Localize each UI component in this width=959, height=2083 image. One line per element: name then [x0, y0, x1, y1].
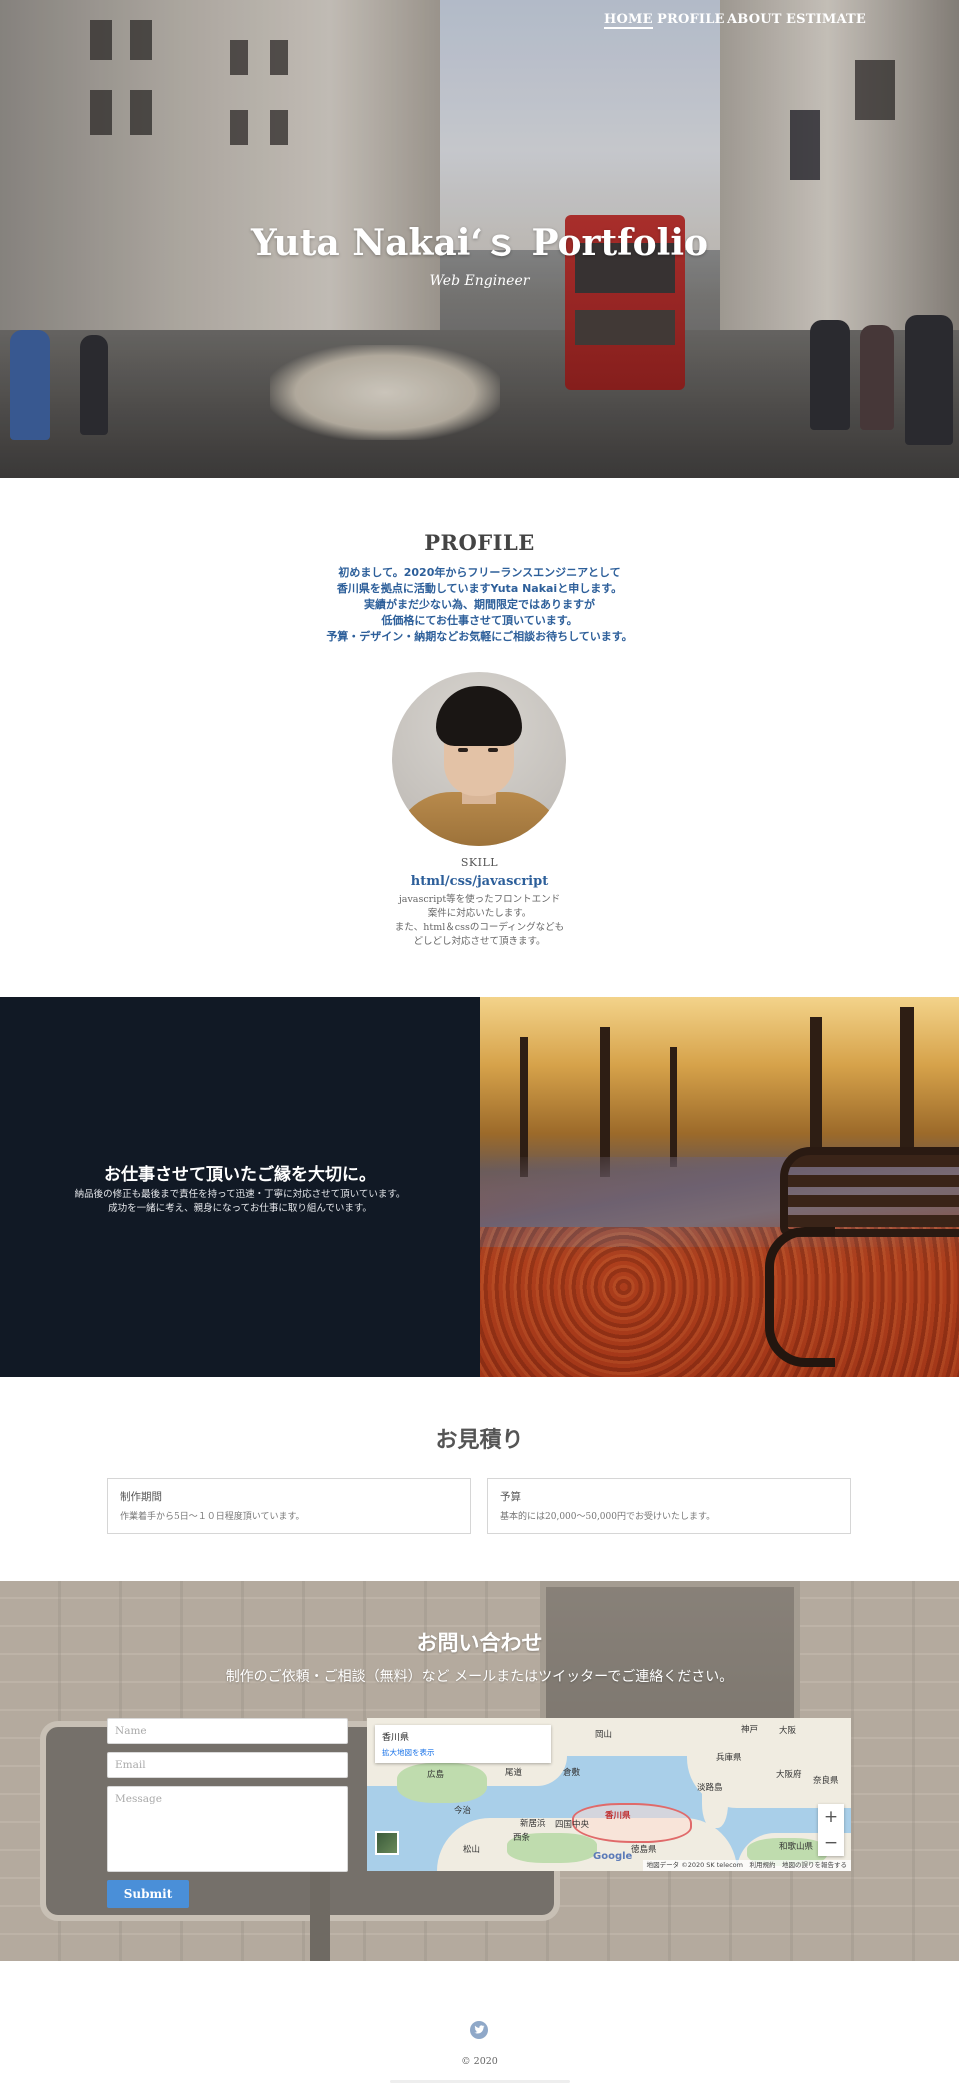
hero-subtitle: Web Engineer	[429, 273, 530, 289]
estimate-card-period: 制作期間 作業着手から5日～１０日程度頂いています。	[107, 1478, 471, 1534]
map-attribution[interactable]: 地図データ ©2020 SK telecom 利用規約 地図の誤りを報告する	[642, 1860, 851, 1871]
name-input[interactable]	[107, 1718, 348, 1744]
feature-title: お仕事させて頂いたご縁を大切に。	[104, 1165, 376, 1185]
map-label: 尾道	[505, 1768, 523, 1778]
map-kagawa-outline	[572, 1803, 692, 1843]
map-label: 新居浜	[520, 1819, 546, 1829]
main-nav: HOME PROFILE ABOUT ESTIMATE	[0, 12, 959, 32]
feature-desc-line: 納品後の修正も最後まで責任を持って迅速・丁寧に対応させて頂いています。	[74, 1189, 406, 1200]
message-textarea[interactable]	[107, 1786, 348, 1872]
autumn-park-image	[480, 997, 959, 1377]
map-label: 奈良県	[813, 1776, 839, 1786]
submit-button[interactable]: Submit	[107, 1880, 189, 1908]
skill-description: javascript等を使ったフロントエンド 案件に対応いたします。 また、ht…	[0, 893, 959, 949]
hero-title: Yuta Nakai‘ｓ Portfolio	[250, 222, 709, 264]
map-island	[702, 1768, 728, 1828]
estimate-card-heading: 制作期間	[120, 1491, 162, 1503]
estimate-card-budget: 予算 基本的には20,000～50,000円でお受けいたします。	[487, 1478, 851, 1534]
map-label: 今治	[454, 1806, 472, 1816]
fallen-leaves	[480, 1227, 959, 1377]
feature-description: 納品後の修正も最後まで責任を持って迅速・丁寧に対応させて頂いています。 成功を一…	[0, 1188, 480, 1216]
park-tree	[600, 1027, 610, 1177]
feature-desc-line: 成功を一緒に考え、親身になってお仕事に取り組んでいます。	[108, 1203, 372, 1214]
map-label-highlight: 香川県	[605, 1811, 631, 1821]
map-label: 西条	[513, 1833, 531, 1843]
park-tree	[520, 1037, 528, 1177]
nav-home[interactable]: HOME	[604, 12, 653, 29]
google-map[interactable]: 岡山 神戸 大阪 広島 尾道 倉敷 大阪府 奈良県 香川県 今治 西条 新居浜 …	[367, 1718, 851, 1871]
twitter-icon[interactable]	[470, 2021, 488, 2039]
nav-profile[interactable]: PROFILE	[657, 12, 725, 27]
map-zoom-in-button[interactable]: +	[818, 1804, 844, 1830]
map-label: 神戸	[741, 1725, 759, 1735]
map-label: 兵庫県	[716, 1753, 742, 1763]
profile-intro-line: 低価格にてお仕事させて頂いています。	[381, 614, 578, 627]
estimate-card-heading: 予算	[500, 1491, 521, 1503]
skill-name: html/css/javascript	[410, 874, 549, 889]
contact-subtitle: 制作のご依頼・ご相談（無料）など メールまたはツイッターでご連絡ください。	[225, 1669, 734, 1685]
skill-desc-line: 案件に対応いたします。	[427, 908, 532, 919]
skill-label: SKILL	[460, 856, 499, 869]
avatar-eye	[488, 748, 498, 752]
profile-intro-line: 予算・デザイン・納期などお気軽にご相談お待ちしています。	[326, 630, 633, 643]
map-label: 松山	[463, 1845, 481, 1855]
map-satellite-toggle[interactable]	[375, 1831, 399, 1855]
skill-desc-line: どしどし対応させて頂きます。	[413, 936, 546, 947]
map-label: 大阪府	[776, 1770, 802, 1780]
map-label: 大阪	[779, 1726, 797, 1736]
park-tree	[670, 1047, 677, 1167]
contact-title: お問い合わせ	[416, 1631, 543, 1655]
email-input[interactable]	[107, 1752, 348, 1778]
avatar-hair	[436, 686, 522, 746]
map-view-larger-link[interactable]: 拡大地図を表示	[382, 1747, 544, 1758]
profile-intro-line: 実績がまだ少ない為、期間限定ではありますが	[364, 598, 595, 611]
feature-panel	[0, 997, 480, 1377]
map-label: 四国中央	[555, 1820, 590, 1830]
map-zoom-control: + −	[818, 1804, 844, 1856]
twitter-bird-icon	[473, 2025, 485, 2034]
map-label: 岡山	[595, 1730, 613, 1740]
park-tree	[810, 1017, 822, 1167]
skill-desc-line: javascript等を使ったフロントエンド	[398, 894, 561, 905]
nav-estimate[interactable]: ESTIMATE	[786, 12, 866, 27]
profile-title: PROFILE	[424, 530, 535, 555]
park-bench	[780, 1147, 959, 1237]
map-zoom-out-button[interactable]: −	[818, 1830, 844, 1856]
map-label: 和歌山県	[779, 1842, 814, 1852]
profile-intro-line: 初めまして。2020年からフリーランスエンジニアとして	[338, 566, 621, 579]
map-label: 広島	[427, 1770, 445, 1780]
avatar-eye	[458, 748, 468, 752]
map-label: 徳島県	[631, 1845, 657, 1855]
estimate-card-text: 基本的には20,000～50,000円でお受けいたします。	[500, 1512, 716, 1522]
map-place-name: 香川県	[382, 1733, 410, 1743]
map-info-card: 香川県 拡大地図を表示	[375, 1725, 551, 1763]
map-label: 倉敷	[563, 1768, 581, 1778]
nav-about[interactable]: ABOUT	[727, 12, 782, 27]
park-bench-leg	[765, 1227, 835, 1367]
profile-intro: 初めまして。2020年からフリーランスエンジニアとして 香川県を拠点に活動してい…	[0, 565, 959, 645]
skill-desc-line: また、html＆cssのコーディングなども	[394, 922, 565, 933]
estimate-title: お見積り	[435, 1428, 524, 1453]
google-logo: Google	[593, 1851, 633, 1862]
copyright: © 2020	[461, 2056, 498, 2067]
estimate-card-text: 作業着手から5日～１０日程度頂いています。	[120, 1512, 305, 1522]
map-label: 淡路島	[697, 1783, 723, 1793]
avatar	[392, 672, 566, 846]
profile-intro-line: 香川県を拠点に活動していますYuta Nakaiと申します。	[336, 582, 623, 595]
